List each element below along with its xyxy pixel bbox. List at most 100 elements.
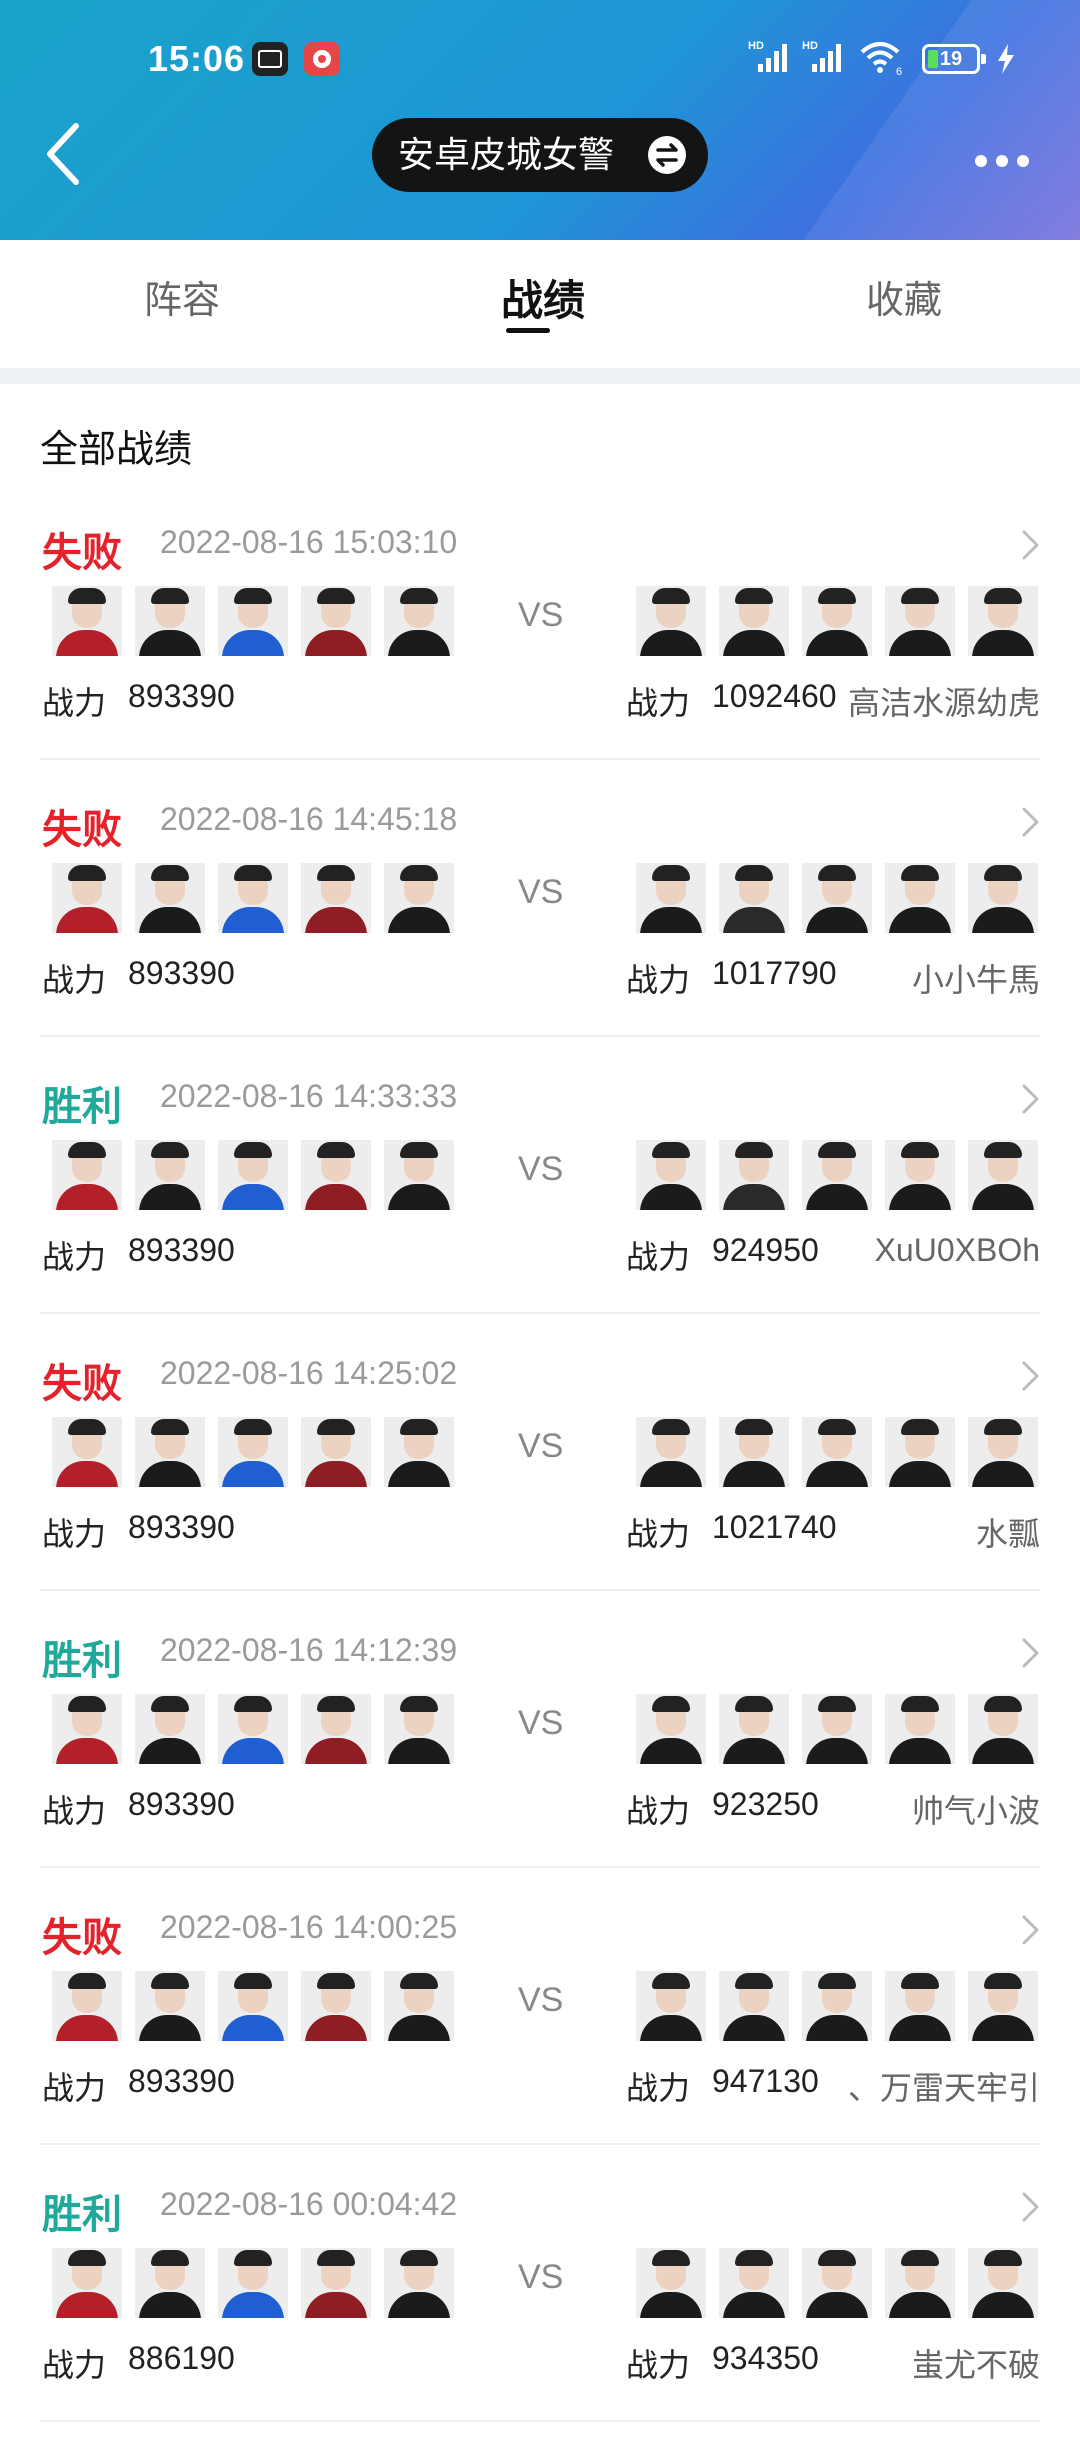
match-card[interactable]: 胜利 2022-08-16 00:04:42 VS 战力 886190 战力 934350 蚩… [0, 2162, 1080, 2439]
opponent-player-avatar[interactable] [719, 1140, 789, 1210]
opponent-player-avatar[interactable] [636, 1140, 706, 1210]
my-power-value: 893390 [128, 955, 235, 991]
swap-arrows-glyph [656, 143, 678, 167]
opponent-player-avatar[interactable] [968, 1417, 1038, 1487]
row-divider [40, 1866, 1040, 1868]
opponent-player-avatar[interactable] [719, 2248, 789, 2318]
opponent-player-avatar[interactable] [885, 586, 955, 656]
chevron-right-icon[interactable] [1020, 1082, 1042, 1116]
account-switcher[interactable]: 安卓皮城女警 [372, 118, 708, 192]
match-time: 2022-08-16 14:25:02 [160, 1355, 458, 1391]
my-power-value: 886190 [128, 2340, 235, 2376]
opponent-player-avatar[interactable] [885, 1417, 955, 1487]
opponent-power-label: 战力 [626, 1516, 691, 1552]
opponent-player-avatar[interactable] [636, 1417, 706, 1487]
my-power-label: 战力 [42, 962, 107, 998]
my-power-value: 893390 [128, 1232, 235, 1268]
my-power-label: 战力 [42, 2070, 107, 2106]
opponent-player-avatar[interactable] [719, 586, 789, 656]
opponent-player-avatar[interactable] [968, 2248, 1038, 2318]
opponent-power-label: 战力 [626, 2347, 691, 2383]
opponent-player-avatar[interactable] [802, 1971, 872, 2041]
tab-records[interactable]: 战绩 [393, 240, 693, 368]
opponent-player-avatar[interactable] [802, 586, 872, 656]
section-title: 全部战绩 [40, 429, 193, 471]
opponent-power-value: 947130 [712, 2063, 819, 2099]
tab-lineup[interactable]: 阵容 [32, 240, 332, 368]
opponent-player-avatar[interactable] [802, 863, 872, 933]
back-arrow-icon[interactable] [40, 120, 90, 190]
opponent-player-avatar[interactable] [719, 863, 789, 933]
match-result: 失败 [42, 531, 122, 575]
opponent-player-avatar[interactable] [719, 1694, 789, 1764]
opponent-name: 、万雷天牢引 [847, 2070, 1040, 2106]
more-options-icon[interactable] [975, 154, 1038, 172]
battery-level: 19 [939, 48, 963, 70]
opponent-player-avatar[interactable] [968, 1140, 1038, 1210]
my-power-value: 893390 [128, 1786, 235, 1822]
opponent-team-lineup [0, 1140, 1080, 1210]
my-power-value: 893390 [128, 678, 235, 714]
notification-app-icon [252, 42, 288, 76]
opponent-player-avatar[interactable] [885, 1971, 955, 2041]
opponent-player-avatar[interactable] [636, 2248, 706, 2318]
match-card[interactable]: 失败 2022-08-16 14:25:02 VS 战力 893390 战力 1021740… [0, 1331, 1080, 1608]
opponent-player-avatar[interactable] [968, 1694, 1038, 1764]
chevron-right-icon[interactable] [1020, 1636, 1042, 1670]
section-divider [0, 368, 1080, 384]
opponent-team-lineup [0, 863, 1080, 933]
chevron-right-icon[interactable] [1020, 1359, 1042, 1393]
opponent-player-avatar[interactable] [802, 2248, 872, 2318]
match-time: 2022-08-16 15:03:10 [160, 524, 458, 560]
match-result: 胜利 [42, 2193, 122, 2237]
chevron-right-icon[interactable] [1020, 1913, 1042, 1947]
opponent-player-avatar[interactable] [885, 1694, 955, 1764]
opponent-power-label: 战力 [626, 1239, 691, 1275]
match-result: 胜利 [42, 1085, 122, 1129]
match-card[interactable]: 失败 2022-08-16 15:03:10 VS 战力 893390 战力 1092460… [0, 500, 1080, 777]
opponent-power-label: 战力 [626, 962, 691, 998]
opponent-player-avatar[interactable] [719, 1971, 789, 2041]
opponent-player-avatar[interactable] [885, 863, 955, 933]
match-card[interactable]: 失败 2022-08-16 14:00:25 VS 战力 893390 战力 947130、… [0, 1885, 1080, 2162]
my-power-label: 战力 [42, 2347, 107, 2383]
opponent-power-label: 战力 [626, 2070, 691, 2106]
opponent-player-avatar[interactable] [968, 863, 1038, 933]
match-card[interactable]: 胜利 2022-08-16 14:12:39 VS 战力 893390 战力 923250 帅… [0, 1608, 1080, 1885]
opponent-power-value: 1021740 [712, 1509, 837, 1545]
opponent-player-avatar[interactable] [885, 1140, 955, 1210]
chevron-right-icon[interactable] [1020, 805, 1042, 839]
opponent-player-avatar[interactable] [885, 2248, 955, 2318]
chevron-right-icon[interactable] [1020, 2190, 1042, 2224]
match-card[interactable]: 失败 2022-08-16 14:45:18 VS 战力 893390 战力 1017790… [0, 777, 1080, 1054]
row-divider [40, 1589, 1040, 1591]
opponent-player-avatar[interactable] [802, 1417, 872, 1487]
match-card[interactable]: 胜利 2022-08-16 14:33:33 VS 战力 893390 战力 924950 X… [0, 1054, 1080, 1331]
opponent-player-avatar[interactable] [636, 1971, 706, 2041]
match-time: 2022-08-16 00:04:42 [160, 2186, 458, 2222]
my-power-value: 893390 [128, 2063, 235, 2099]
opponent-player-avatar[interactable] [636, 863, 706, 933]
opponent-player-avatar[interactable] [636, 1694, 706, 1764]
opponent-team-lineup [0, 1417, 1080, 1487]
opponent-player-avatar[interactable] [802, 1140, 872, 1210]
chevron-right-icon[interactable] [1020, 528, 1042, 562]
opponent-player-avatar[interactable] [802, 1694, 872, 1764]
switch-account-icon[interactable] [648, 136, 686, 174]
app-icon-glyph-2 [313, 50, 331, 68]
opponent-power-value: 934350 [712, 2340, 819, 2376]
opponent-player-avatar[interactable] [719, 1417, 789, 1487]
status-bar: 15:06 HD HD 6 19 [0, 0, 1080, 120]
opponent-player-avatar[interactable] [968, 586, 1038, 656]
opponent-power-label: 战力 [626, 685, 691, 721]
tab-favorites[interactable]: 收藏 [754, 240, 1054, 368]
opponent-player-avatar[interactable] [968, 1971, 1038, 2041]
match-time: 2022-08-16 14:00:25 [160, 1909, 458, 1945]
tab-bar: 阵容 战绩 收藏 [0, 240, 1080, 368]
match-time: 2022-08-16 14:12:39 [160, 1632, 458, 1668]
match-time: 2022-08-16 14:45:18 [160, 801, 458, 837]
opponent-player-avatar[interactable] [636, 586, 706, 656]
opponent-name: 帅气小波 [911, 1793, 1040, 1829]
row-divider [40, 2143, 1040, 2145]
my-power-label: 战力 [42, 1793, 107, 1829]
